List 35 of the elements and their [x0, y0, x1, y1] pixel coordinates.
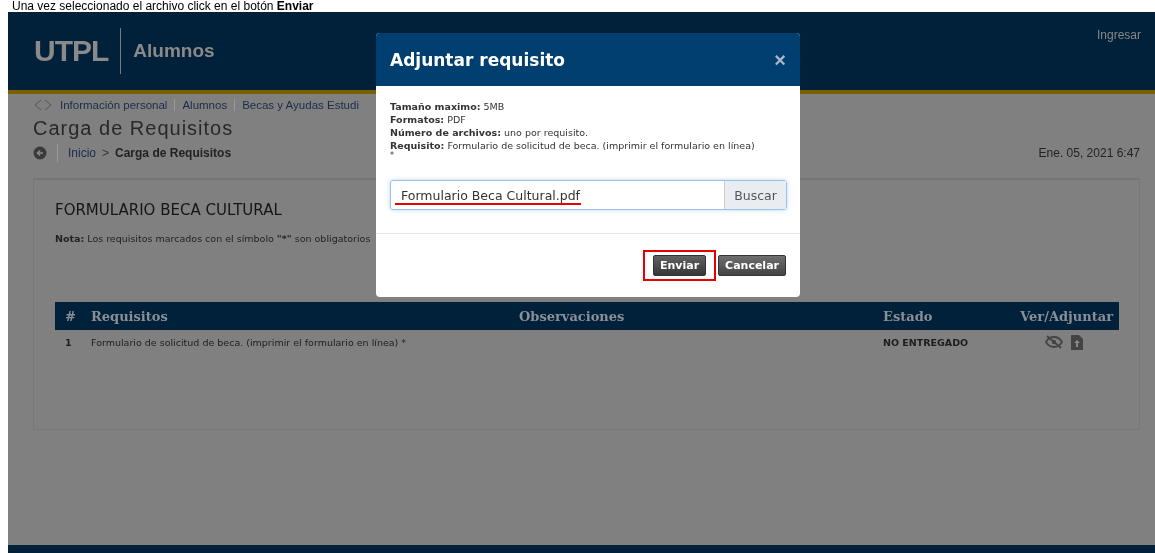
dialog-title: Adjuntar requisito	[390, 49, 566, 70]
table-cell-text: NO ENTREGADO	[883, 336, 970, 348]
column-header: Observaciones	[519, 308, 626, 324]
note-text: Nota: Los requisitos marcados con el símbolo "*" son obligatorios	[55, 233, 372, 244]
table-cell-text: 1	[64, 336, 73, 348]
close-button[interactable]: ×	[774, 49, 786, 70]
instruction-caption: Una vez seleccionado el archivo click en el botón Enviar	[11, 0, 315, 12]
menu-link[interactable]: Información personal	[60, 99, 168, 111]
breadcrumb-separator: >	[102, 146, 110, 160]
info-line: Formatos: PDF	[390, 113, 467, 126]
form-title: FORMULARIO BECA CULTURAL	[55, 201, 282, 219]
eye-slash-icon[interactable]	[1045, 334, 1063, 349]
cancel-button[interactable]: Cancelar	[718, 255, 786, 276]
column-header: Requisitos	[91, 308, 169, 324]
column-header: Estado	[883, 308, 934, 324]
breadcrumb-current: Carga de Requisitos	[115, 146, 232, 160]
section-title: Alumnos	[133, 40, 215, 62]
table-cell-text: Formulario de solicitud de beca. (imprimir el formulario en línea) *	[91, 336, 408, 348]
page-title: Carga de Requisitos	[33, 117, 234, 140]
login-link[interactable]: Ingresar	[1096, 28, 1141, 42]
back-icon[interactable]	[33, 146, 47, 160]
logo-text: UTPL	[34, 34, 109, 68]
info-line: Tamaño maximo: 5MB	[390, 100, 506, 113]
info-line: Número de archivos: uno por requisito.	[390, 126, 589, 139]
date-text: Ene. 05, 2021 6:47	[1038, 146, 1140, 160]
breadcrumb-link[interactable]: Inicio	[68, 146, 96, 160]
info-line: Requisito: Formulario de solicitud de beca. (imprimir el formulario en línea)	[390, 139, 756, 152]
column-header: #	[64, 308, 77, 324]
column-header: Ver/Adjuntar	[1019, 308, 1115, 324]
required-mark: *	[390, 152, 394, 160]
file-upload-icon[interactable]	[1071, 334, 1083, 350]
menu-link[interactable]: Alumnos	[182, 99, 228, 111]
nav-arrows-icon[interactable]	[33, 99, 53, 111]
menu-link[interactable]: Becas y Ayudas Estudi	[242, 99, 359, 111]
send-button[interactable]: Enviar	[652, 255, 707, 276]
